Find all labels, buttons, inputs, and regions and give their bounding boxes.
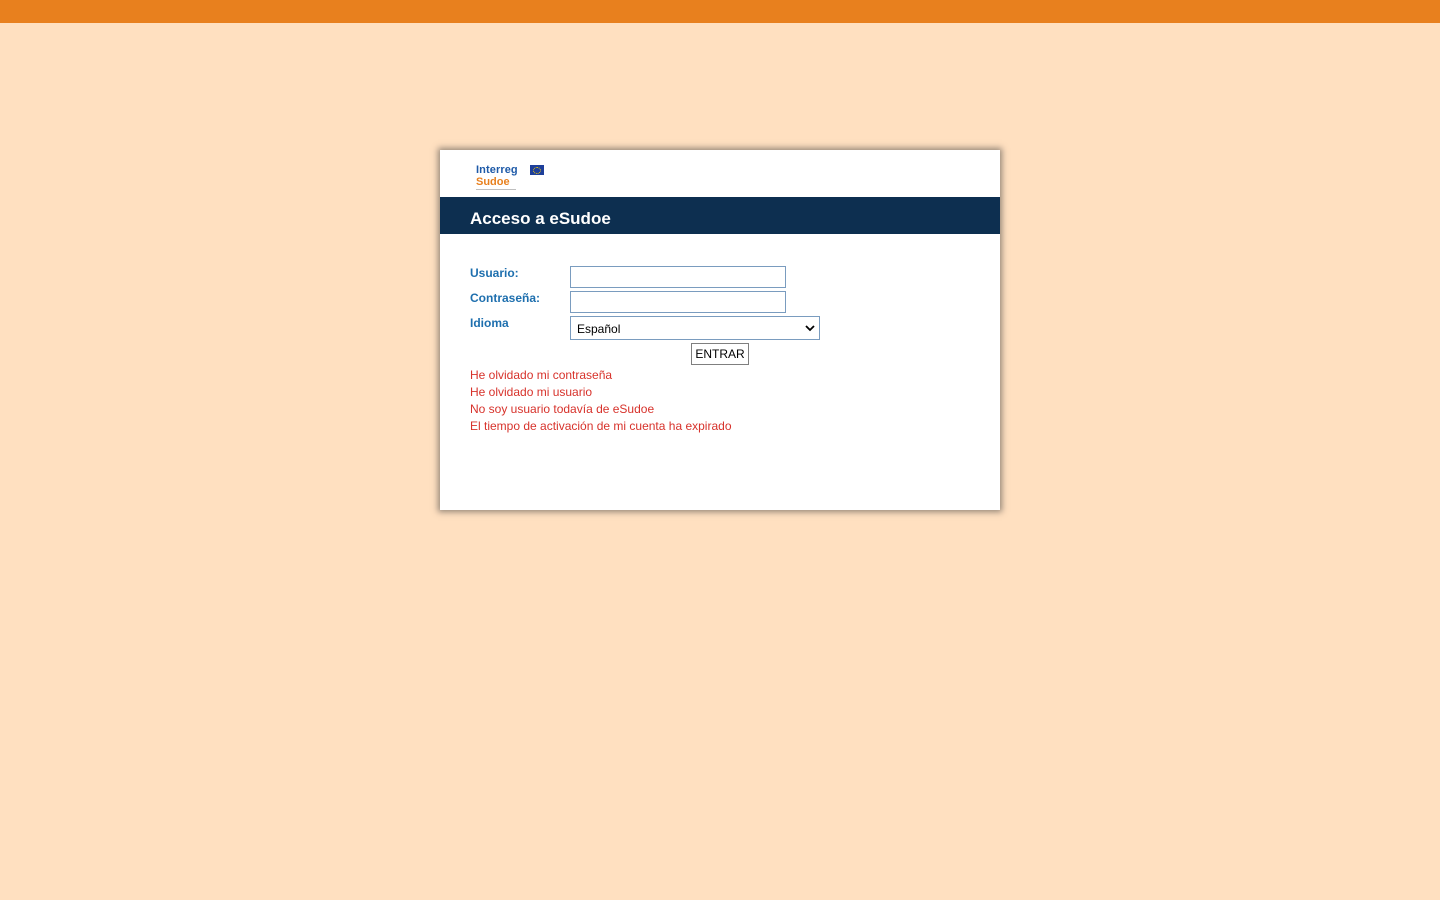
user-input[interactable] [570,266,786,288]
password-label: Contraseña: [470,291,541,305]
logo-divider [476,189,516,190]
logo-text-sudoe: Sudoe [476,176,510,188]
interreg-sudoe-logo: Interreg Sudoe [476,164,556,194]
language-select[interactable]: Español [570,316,820,340]
login-card: Interreg Sudoe Acceso a eSudoe Usuario: … [440,150,1000,510]
activation-expired-link[interactable]: El tiempo de activación de mi cuenta ha … [470,419,732,433]
top-bar [0,0,1440,23]
page-title: Acceso a eSudoe [470,209,611,228]
enter-button[interactable]: ENTRAR [691,343,749,365]
password-input[interactable] [570,291,786,313]
forgot-password-link[interactable]: He olvidado mi contraseña [470,368,612,382]
language-label: Idioma [470,316,509,330]
language-selected-value: Español [577,322,621,336]
user-label: Usuario: [470,266,519,280]
register-link[interactable]: No soy usuario todavía de eSudoe [470,402,654,416]
chevron-down-icon [805,325,815,332]
logo-text-interreg: Interreg [476,164,518,176]
card-header: Acceso a eSudoe [440,197,1000,234]
forgot-user-link[interactable]: He olvidado mi usuario [470,385,592,399]
eu-flag-icon [530,165,544,175]
